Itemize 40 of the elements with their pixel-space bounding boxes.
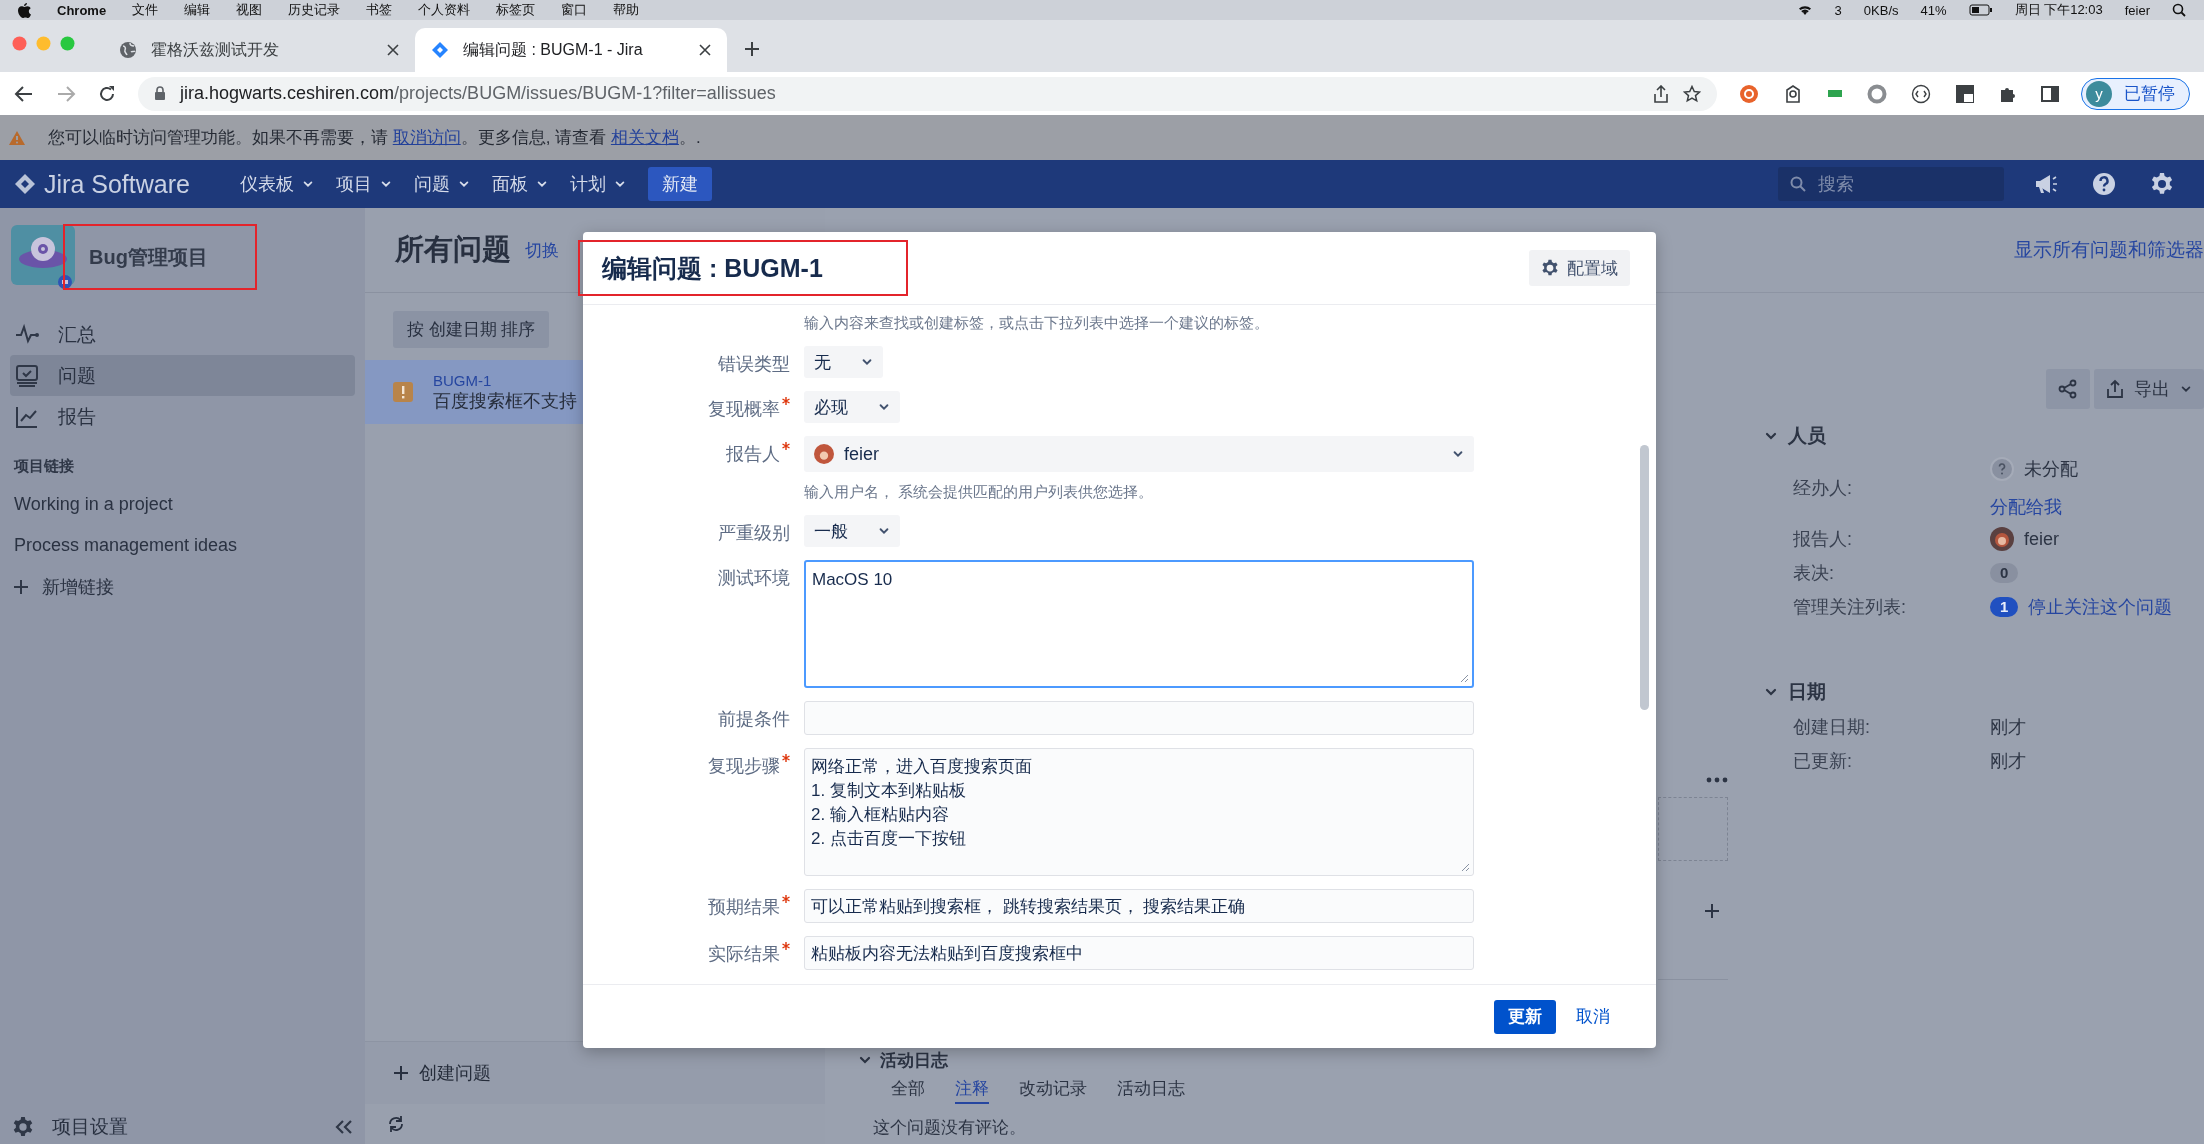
field-label: 报告人: [726, 443, 780, 466]
field-label: 实际结果: [708, 943, 780, 966]
field-label: 严重级别: [718, 522, 790, 545]
tab-title: 编辑问题 : BUGM-1 - Jira: [463, 39, 644, 60]
vote-count: 0: [1990, 563, 2019, 583]
status-text: 周日 下午12:03: [2014, 1, 2103, 19]
avatar: y: [2086, 80, 2112, 107]
field-label: 测试环境: [718, 567, 790, 590]
field-label: 经办人:: [1793, 477, 1853, 500]
url-text: jira.hogwarts.ceshiren.com/projects/BUGM/issues/BUGM-1?filter=allissues: [180, 83, 777, 104]
field-label: 前提条件: [718, 708, 790, 731]
field-label: 管理关注列表:: [1793, 596, 1907, 619]
field-label: 报告人:: [1793, 528, 1853, 551]
section-heading: 项目链接: [14, 457, 75, 476]
empty-message: 这个问题没有评论。: [872, 1117, 1027, 1139]
field-label: 创建日期:: [1793, 716, 1871, 739]
section-heading: 人员: [1788, 424, 1826, 448]
help-text: 输入内容来查找或创建标签，或点击下拉列表中选择一个建议的标签。: [804, 313, 1270, 333]
section-heading: 日期: [1788, 680, 1826, 704]
field-value: 刚才: [1990, 716, 2026, 739]
user-name: feier: [2024, 528, 2059, 550]
field-label: 已更新:: [1793, 750, 1853, 773]
notice-text: 您可以临时访问管理功能。如果不再需要，请 取消访问。更多信息, 请查看 相关文档。.: [48, 127, 701, 149]
tab-title: 霍格沃兹测试开发: [151, 39, 280, 60]
status-text: 41%: [1920, 2, 1947, 18]
field-value: 刚才: [1990, 750, 2026, 773]
page-title: 所有问题: [395, 232, 511, 267]
help-text: 输入用户名， 系统会提供匹配的用户列表供您选择。: [804, 482, 1155, 502]
field-label: 预期结果: [708, 896, 780, 919]
dialog-title: 编辑问题 : BUGM-1: [602, 252, 823, 284]
field-value: 未分配: [2024, 458, 2078, 481]
field-label: 表决:: [1793, 562, 1835, 585]
status-text: 0KB/s: [1863, 2, 1899, 18]
status-text: 3: [1834, 2, 1842, 18]
field-label: 错误类型: [718, 353, 790, 376]
section-heading: 活动日志: [880, 1049, 948, 1072]
issue-summary: 百度搜索框不支持: [433, 389, 577, 413]
logo-text: Jira Software: [44, 169, 190, 199]
field-label: 复现概率: [708, 398, 780, 421]
field-label: 复现步骤: [708, 755, 780, 778]
